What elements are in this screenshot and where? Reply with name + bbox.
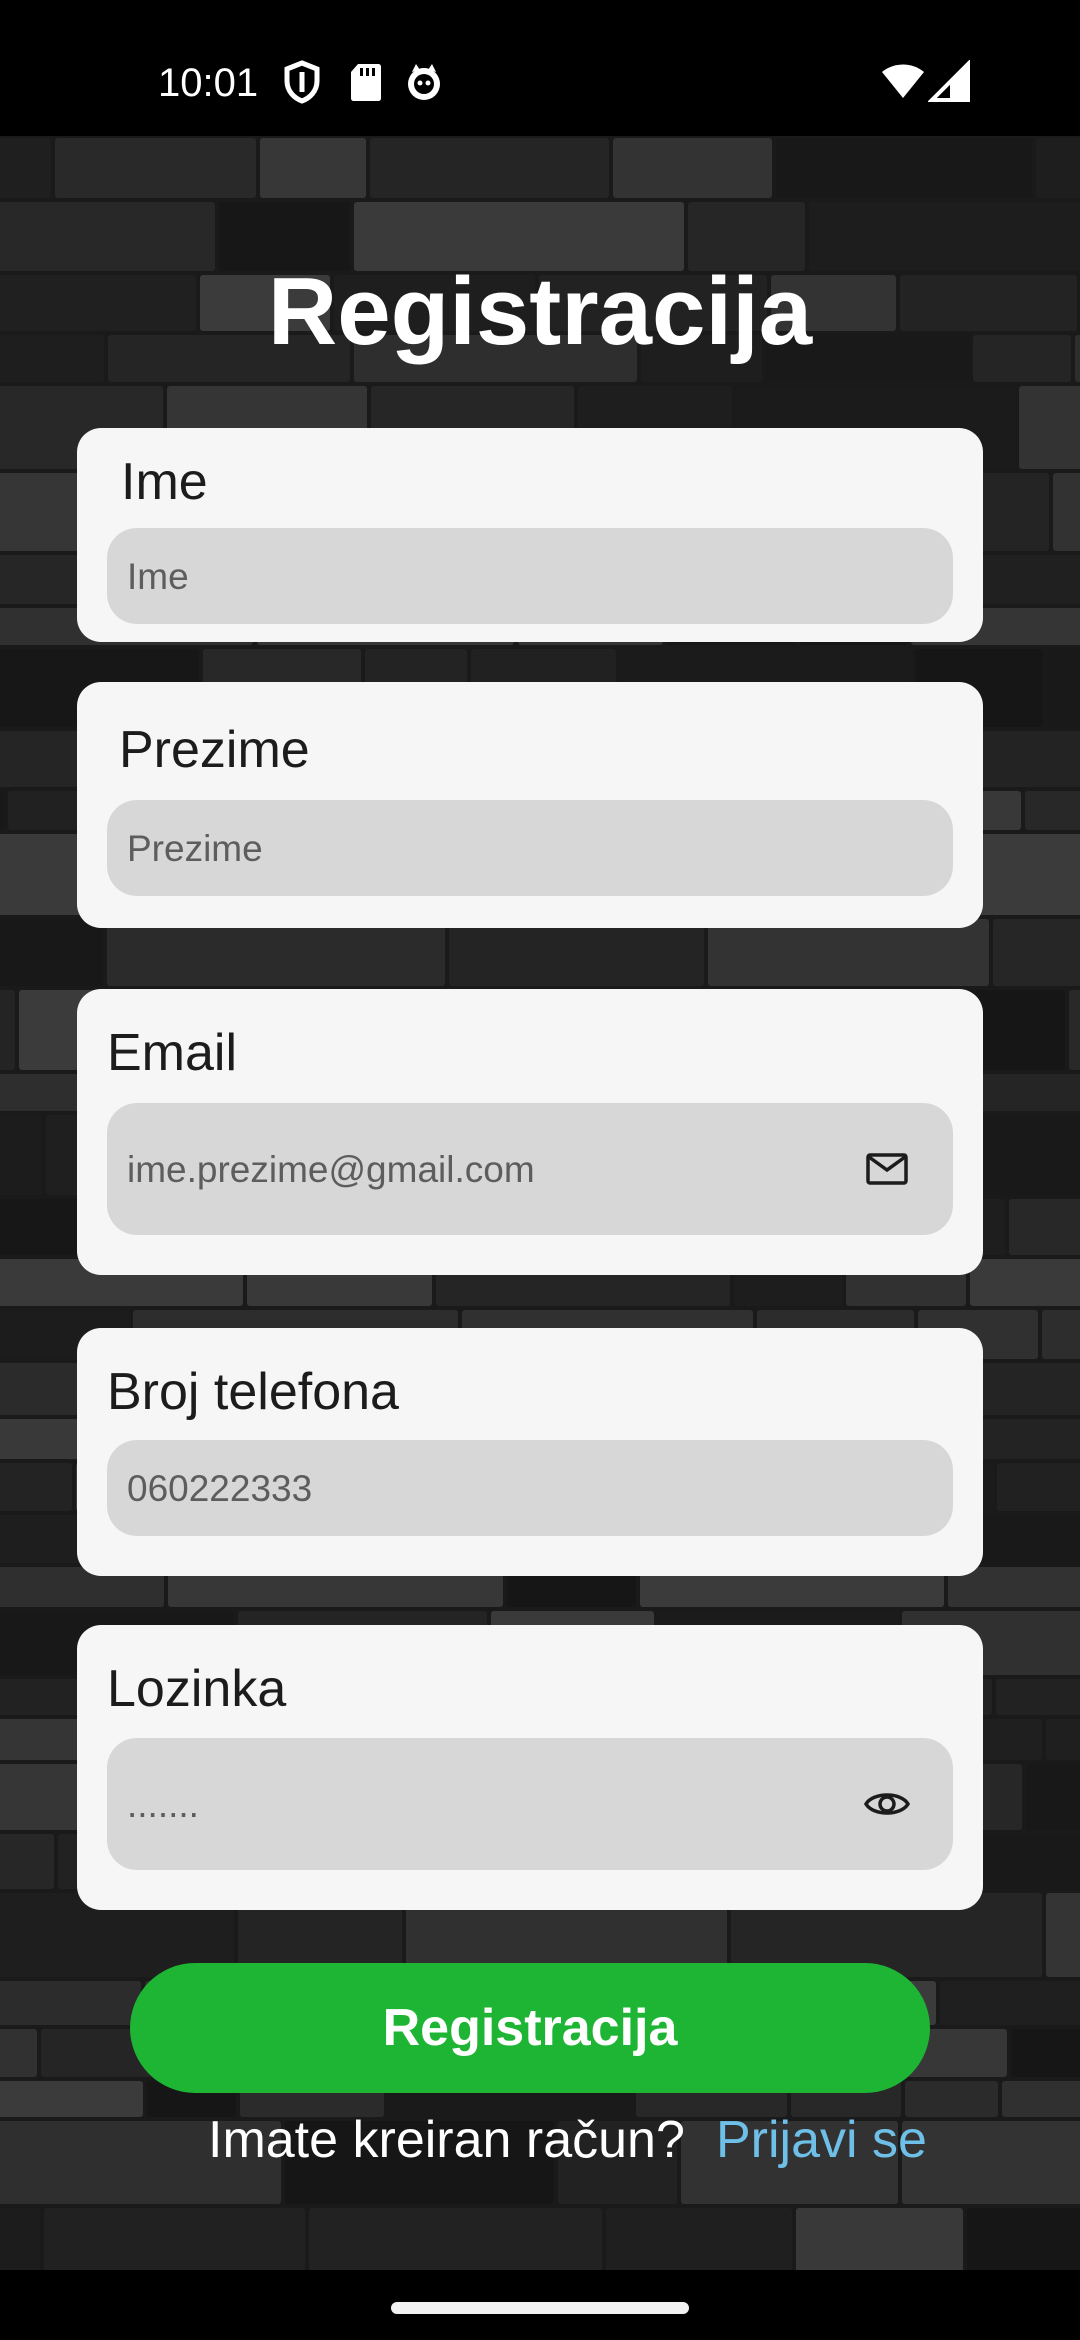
last-name-input[interactable]: Prezime [107, 800, 953, 896]
home-indicator[interactable] [391, 2302, 689, 2314]
login-prompt-row: Imate kreiran račun? Prijavi se [0, 2108, 1080, 2172]
password-card: Lozinka ....... [77, 1625, 983, 1910]
phone-input[interactable]: 060222333 [107, 1440, 953, 1536]
last-name-card: Prezime Prezime [77, 682, 983, 928]
wifi-icon [880, 60, 926, 104]
eye-icon[interactable] [863, 1780, 911, 1828]
phone-placeholder: 060222333 [127, 1468, 313, 1509]
email-card: Email ime.prezime@gmail.com [77, 989, 983, 1275]
email-input[interactable]: ime.prezime@gmail.com [107, 1103, 953, 1235]
password-input[interactable]: ....... [107, 1738, 953, 1870]
sd-card-icon [346, 60, 386, 104]
email-label: Email [107, 1024, 238, 1082]
first-name-label: Ime [121, 453, 208, 511]
status-time: 10:01 [158, 61, 259, 105]
first-name-input[interactable]: Ime [107, 528, 953, 624]
last-name-label: Prezime [119, 721, 310, 779]
first-name-placeholder: Ime [127, 556, 189, 597]
password-placeholder: ....... [127, 1784, 199, 1825]
login-link[interactable]: Prijavi se [716, 2108, 927, 2172]
phone-label: Broj telefona [107, 1363, 399, 1421]
mail-icon [863, 1145, 911, 1193]
page-title: Registracija [267, 258, 813, 365]
cell-signal-icon [927, 59, 972, 104]
first-name-card: Ime Ime [77, 428, 983, 642]
status-bar: 10:01 [0, 0, 1080, 136]
register-button[interactable]: Registracija [130, 1963, 930, 2093]
phone-card: Broj telefona 060222333 [77, 1328, 983, 1576]
last-name-placeholder: Prezime [127, 828, 263, 869]
password-label: Lozinka [107, 1660, 287, 1718]
shield-icon [282, 60, 322, 104]
login-prompt-text: Imate kreiran račun? [208, 2111, 685, 2169]
app-face-icon [404, 60, 444, 104]
email-placeholder: ime.prezime@gmail.com [127, 1149, 535, 1190]
